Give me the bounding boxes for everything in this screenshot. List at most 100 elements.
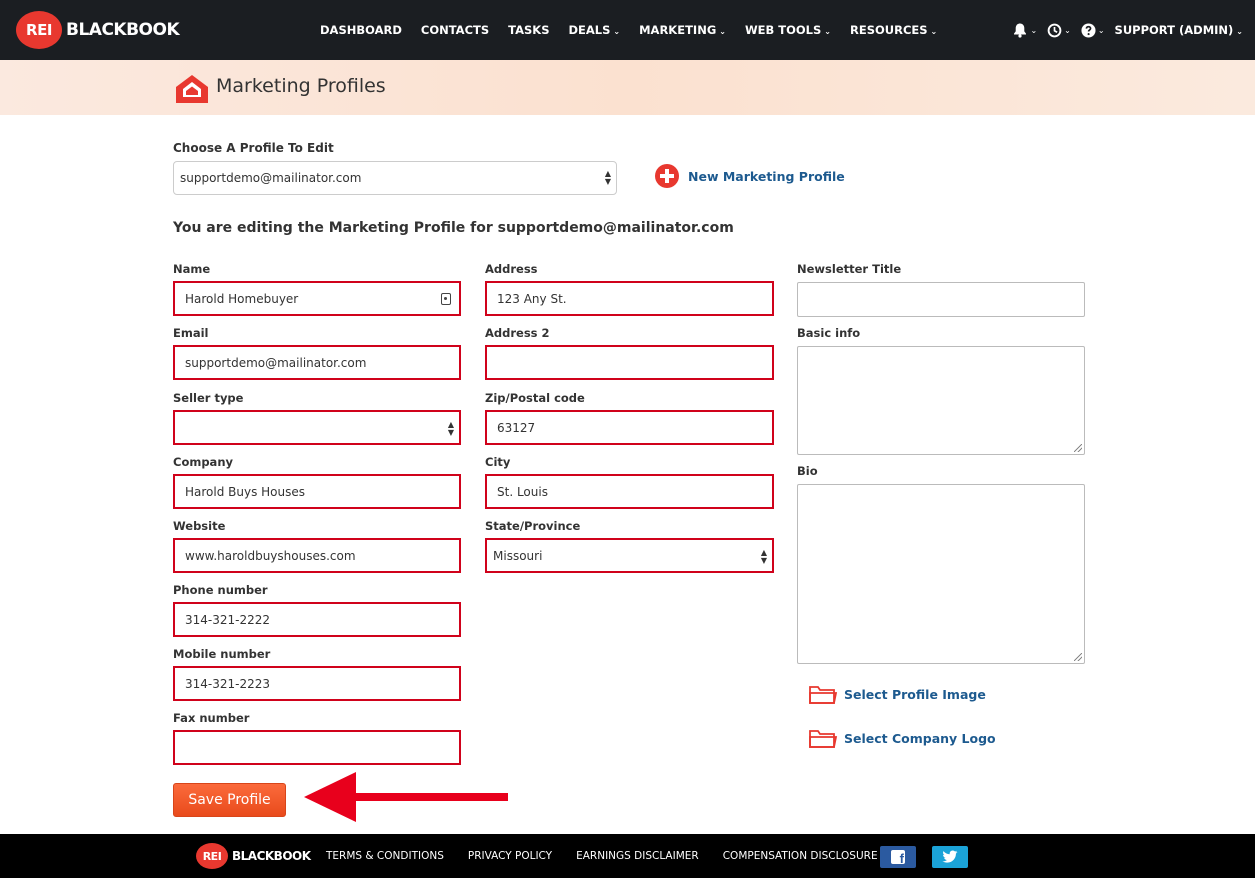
- address-value: 123 Any St.: [497, 291, 567, 306]
- bio-label: Bio: [797, 464, 818, 478]
- select-profile-image-button[interactable]: Select Profile Image: [808, 682, 986, 706]
- select-arrows-icon: ▲ ▼: [447, 420, 454, 437]
- logo-text: BLACKBOOK: [232, 849, 311, 863]
- brand-logo[interactable]: REI BLACKBOOK: [16, 11, 180, 49]
- chevron-down-icon: ⌄: [613, 27, 621, 36]
- select-company-logo-button[interactable]: Select Company Logo: [808, 726, 996, 750]
- save-profile-button[interactable]: Save Profile: [173, 783, 286, 817]
- chevron-down-icon: ⌄: [719, 27, 726, 36]
- fax-input[interactable]: [173, 730, 461, 765]
- state-label: State/Province: [485, 519, 581, 533]
- top-navbar: REI BLACKBOOK DASHBOARD CONTACTS TASKS D…: [0, 0, 1255, 60]
- new-marketing-profile-label: New Marketing Profile: [688, 168, 845, 184]
- mobile-label: Mobile number: [173, 647, 271, 661]
- bio-textarea[interactable]: [797, 484, 1085, 664]
- help-icon: [1081, 22, 1096, 38]
- nav-tasks[interactable]: TASKS: [508, 23, 549, 37]
- city-label: City: [485, 455, 511, 469]
- seller-type-label: Seller type: [173, 391, 244, 405]
- house-icon: [176, 75, 208, 103]
- newsletter-title-label: Newsletter Title: [797, 262, 902, 276]
- website-input[interactable]: www.haroldbuyshouses.com: [173, 538, 461, 573]
- seller-type-select[interactable]: ▲ ▼: [173, 410, 461, 445]
- city-input[interactable]: St. Louis: [485, 474, 774, 509]
- footer-link-earnings[interactable]: EARNINGS DISCLAIMER: [576, 850, 699, 862]
- page-header: Marketing Profiles: [0, 60, 1255, 115]
- basic-info-label: Basic info: [797, 326, 861, 340]
- basic-info-textarea[interactable]: [797, 346, 1085, 455]
- company-label: Company: [173, 455, 233, 469]
- folder-icon: [809, 686, 838, 704]
- state-select[interactable]: Missouri ▲ ▼: [485, 538, 774, 573]
- select-company-logo-label: Select Company Logo: [844, 730, 996, 746]
- resize-grip-icon[interactable]: [1074, 653, 1082, 661]
- resize-grip-icon[interactable]: [1074, 444, 1082, 452]
- annotation-arrow-icon: [304, 772, 508, 822]
- mobile-input[interactable]: 314-321-2223: [173, 666, 461, 701]
- state-value: Missouri: [493, 548, 543, 563]
- profile-select-value: supportdemo@mailinator.com: [180, 171, 362, 185]
- chevron-down-icon: ⌄: [930, 27, 938, 36]
- company-value: Harold Buys Houses: [185, 484, 306, 499]
- name-label: Name: [173, 262, 211, 276]
- footer-link-terms[interactable]: TERMS & CONDITIONS: [326, 850, 444, 862]
- bell-icon: [1014, 23, 1027, 38]
- address2-input[interactable]: [485, 345, 774, 380]
- zip-input[interactable]: 63127: [485, 410, 774, 445]
- nav-resources[interactable]: RESOURCES ⌄: [850, 23, 937, 37]
- nav-right: ⌄ ⌄ ⌄ SUPPORT (ADMIN) ⌄: [1002, 0, 1243, 60]
- address2-label: Address 2: [485, 326, 550, 340]
- phone-label: Phone number: [173, 583, 268, 597]
- footer: REI BLACKBOOK TERMS & CONDITIONS PRIVACY…: [0, 834, 1255, 878]
- footer-links: TERMS & CONDITIONS PRIVACY POLICY EARNIN…: [326, 834, 902, 878]
- user-menu[interactable]: SUPPORT (ADMIN) ⌄: [1115, 23, 1243, 37]
- chevron-down-icon: ⌄: [1064, 25, 1071, 35]
- footer-link-privacy[interactable]: PRIVACY POLICY: [468, 850, 552, 862]
- profile-select[interactable]: supportdemo@mailinator.com ▲ ▼: [173, 161, 617, 195]
- history-button[interactable]: ⌄: [1047, 23, 1071, 38]
- nav-dashboard[interactable]: DASHBOARD: [320, 23, 402, 37]
- new-marketing-profile-button[interactable]: New Marketing Profile: [655, 164, 845, 188]
- choose-profile-label: Choose A Profile To Edit: [173, 141, 334, 155]
- select-profile-image-label: Select Profile Image: [844, 686, 986, 702]
- name-value: Harold Homebuyer: [185, 291, 299, 306]
- footer-link-compensation[interactable]: COMPENSATION DISCLOSURE: [723, 850, 878, 862]
- footer-logo[interactable]: REI BLACKBOOK: [196, 843, 311, 869]
- help-button[interactable]: ⌄: [1081, 22, 1105, 38]
- twitter-icon: [942, 850, 958, 863]
- email-value: supportdemo@mailinator.com: [185, 355, 367, 370]
- select-arrows-icon: ▲ ▼: [760, 548, 767, 565]
- facebook-icon: [891, 850, 905, 866]
- logo-text: BLACKBOOK: [66, 20, 180, 40]
- address-input[interactable]: 123 Any St.: [485, 281, 774, 316]
- facebook-button[interactable]: [880, 846, 916, 868]
- email-input[interactable]: supportdemo@mailinator.com: [173, 345, 461, 380]
- chevron-down-icon: ⌄: [1236, 27, 1243, 36]
- notifications-button[interactable]: ⌄: [1012, 22, 1037, 38]
- chevron-down-icon: ⌄: [1097, 25, 1105, 35]
- city-value: St. Louis: [497, 484, 548, 499]
- name-input[interactable]: Harold Homebuyer: [173, 281, 461, 316]
- nav-contacts[interactable]: CONTACTS: [421, 23, 489, 37]
- website-label: Website: [173, 519, 226, 533]
- chevron-down-icon: ⌄: [824, 27, 831, 36]
- chevron-down-icon: ⌄: [1030, 25, 1038, 35]
- select-arrows-icon: ▲ ▼: [604, 169, 611, 186]
- folder-icon: [809, 730, 838, 748]
- nav-deals[interactable]: DEALS ⌄: [568, 23, 620, 37]
- company-input[interactable]: Harold Buys Houses: [173, 474, 461, 509]
- mobile-value: 314-321-2223: [185, 676, 271, 691]
- twitter-button[interactable]: [932, 846, 968, 868]
- address-label: Address: [485, 262, 538, 276]
- phone-value: 314-321-2222: [185, 612, 271, 627]
- contact-card-icon[interactable]: [441, 293, 451, 305]
- phone-input[interactable]: 314-321-2222: [173, 602, 461, 637]
- email-label: Email: [173, 326, 209, 340]
- zip-value: 63127: [497, 420, 536, 435]
- nav-web-tools[interactable]: WEB TOOLS ⌄: [745, 23, 831, 37]
- website-value: www.haroldbuyshouses.com: [185, 548, 356, 563]
- page-title: Marketing Profiles: [216, 75, 386, 97]
- nav-marketing[interactable]: MARKETING ⌄: [639, 23, 726, 37]
- newsletter-title-input[interactable]: [797, 282, 1085, 317]
- zip-label: Zip/Postal code: [485, 391, 585, 405]
